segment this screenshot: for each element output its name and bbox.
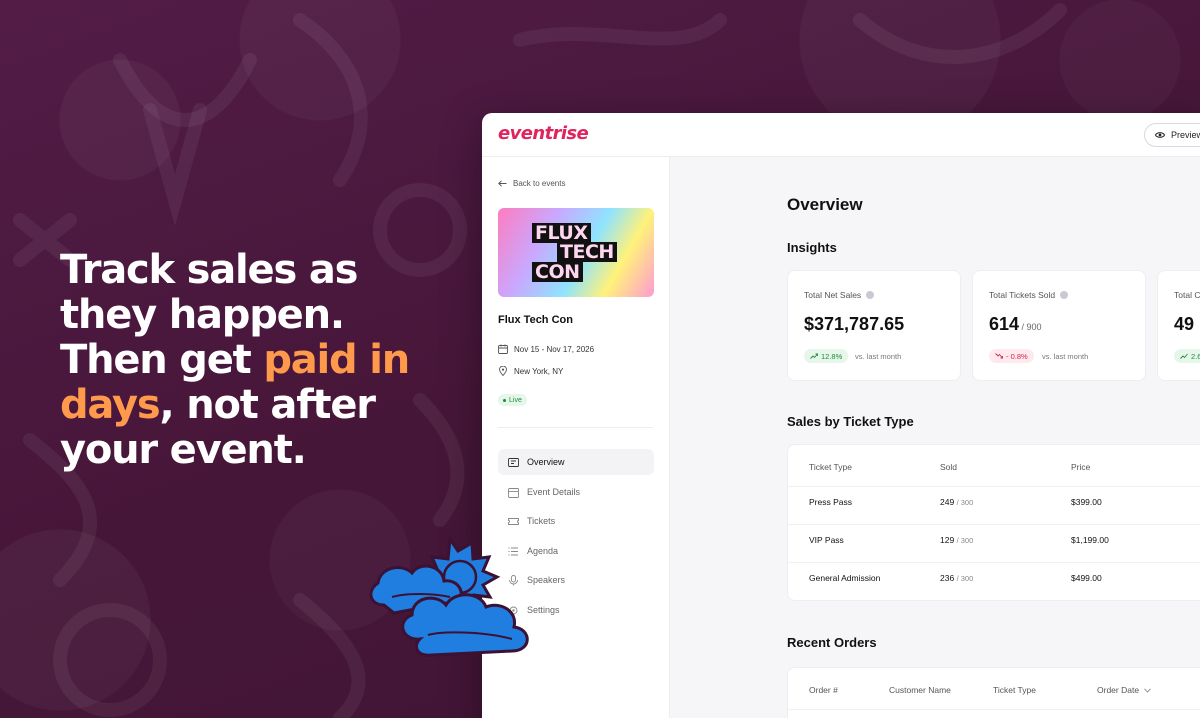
location-pin-icon bbox=[499, 366, 507, 376]
orders-table: Order # Customer Name Ticket Type Order … bbox=[787, 667, 1200, 718]
preview-button[interactable]: Preview bbox=[1144, 123, 1200, 147]
cover-word: FLUX bbox=[532, 223, 591, 243]
grid-icon bbox=[508, 457, 519, 467]
price-cell: $499.00 bbox=[1071, 573, 1102, 583]
preview-label: Preview bbox=[1171, 130, 1200, 140]
column-header-sortable[interactable]: Order Date bbox=[1097, 685, 1151, 695]
brand-logo[interactable]: eventrise bbox=[498, 123, 589, 144]
sold-cell: 249 / 300 bbox=[940, 497, 974, 507]
trend-up-icon bbox=[1180, 353, 1188, 359]
back-link[interactable]: Back to events bbox=[498, 179, 565, 188]
hero-headline: Track sales as they happen. Then get pai… bbox=[60, 247, 410, 473]
sold-cell: 236 / 300 bbox=[940, 573, 974, 583]
row-divider bbox=[788, 486, 1200, 487]
price-cell: $399.00 bbox=[1071, 497, 1102, 507]
column-header: Ticket Type bbox=[993, 685, 1036, 695]
event-name: Flux Tech Con bbox=[498, 314, 573, 326]
eye-icon bbox=[1155, 132, 1165, 138]
chevron-down-icon bbox=[1144, 687, 1151, 693]
info-icon[interactable] bbox=[866, 291, 875, 299]
ticket-type-cell: VIP Pass bbox=[809, 535, 844, 545]
event-cover-image: FLUX TECH CON bbox=[498, 208, 654, 297]
sold-cell: 129 / 300 bbox=[940, 535, 974, 545]
back-label: Back to events bbox=[513, 179, 566, 188]
main-content: Overview Insights Total Net Sales $371,7… bbox=[670, 157, 1200, 718]
trend-down-icon bbox=[995, 353, 1003, 359]
trend-badge: 2.6 bbox=[1174, 349, 1200, 363]
calendar-icon bbox=[508, 487, 519, 498]
top-bar: eventrise Preview bbox=[482, 113, 1200, 157]
event-dates: Nov 15 - Nov 17, 2026 bbox=[498, 344, 594, 354]
column-header: Price bbox=[1071, 462, 1091, 472]
status-badge: Live bbox=[498, 394, 527, 406]
info-icon[interactable] bbox=[1060, 291, 1069, 299]
sidebar-item-tickets[interactable]: Tickets bbox=[498, 508, 654, 534]
metric-value: $371,787.65 bbox=[804, 314, 905, 334]
orders-title: Recent Orders bbox=[787, 635, 877, 650]
live-dot-icon bbox=[503, 398, 506, 402]
column-header: Sold bbox=[940, 462, 958, 472]
metric-label: Total Net Sales bbox=[804, 290, 875, 300]
cloud-sun-sticker-icon bbox=[369, 535, 529, 657]
comparison-label: vs. last month bbox=[1042, 352, 1089, 361]
event-location: New York, NY bbox=[498, 366, 563, 376]
trend-up-icon bbox=[810, 353, 818, 359]
sales-table: Ticket Type Sold Price Press Pass 249 / … bbox=[787, 444, 1200, 601]
metric-card-net-sales: Total Net Sales $371,787.65 12.8% vs. la… bbox=[787, 270, 961, 381]
metric-card-third: Total C 49 2.6 bbox=[1157, 270, 1200, 381]
cover-word: CON bbox=[532, 262, 583, 282]
sidebar-item-overview[interactable]: Overview bbox=[498, 449, 654, 475]
column-header: Order # bbox=[809, 685, 838, 695]
metric-label: Total C bbox=[1174, 290, 1200, 300]
ticket-type-cell: General Admission bbox=[809, 573, 881, 583]
sidebar-item-event-details[interactable]: Event Details bbox=[498, 479, 654, 505]
row-divider bbox=[788, 524, 1200, 525]
trend-badge: 12.8% bbox=[804, 349, 849, 363]
price-cell: $1,199.00 bbox=[1071, 535, 1109, 545]
ticket-icon bbox=[508, 517, 519, 525]
comparison-label: vs. last month bbox=[855, 352, 902, 361]
metric-label: Total Tickets Sold bbox=[989, 290, 1069, 300]
sidebar-divider bbox=[498, 427, 653, 428]
cover-word: TECH bbox=[557, 242, 617, 262]
ticket-type-cell: Press Pass bbox=[809, 497, 852, 507]
row-divider bbox=[788, 709, 1200, 710]
trend-badge: - 0.8% bbox=[989, 349, 1034, 363]
page-title: Overview bbox=[787, 195, 863, 214]
metric-value: 614 / 900 bbox=[989, 314, 1042, 334]
arrow-left-icon bbox=[498, 180, 507, 187]
sales-title: Sales by Ticket Type bbox=[787, 414, 914, 429]
metric-value: 49 bbox=[1174, 314, 1195, 334]
column-header: Ticket Type bbox=[809, 462, 852, 472]
app-window: eventrise Preview Back to events FLUX TE… bbox=[482, 113, 1200, 718]
calendar-icon bbox=[498, 344, 508, 354]
insights-title: Insights bbox=[787, 240, 837, 255]
column-header: Customer Name bbox=[889, 685, 951, 695]
row-divider bbox=[788, 562, 1200, 563]
metric-card-tickets-sold: Total Tickets Sold 614 / 900 - 0.8% vs. … bbox=[972, 270, 1146, 381]
